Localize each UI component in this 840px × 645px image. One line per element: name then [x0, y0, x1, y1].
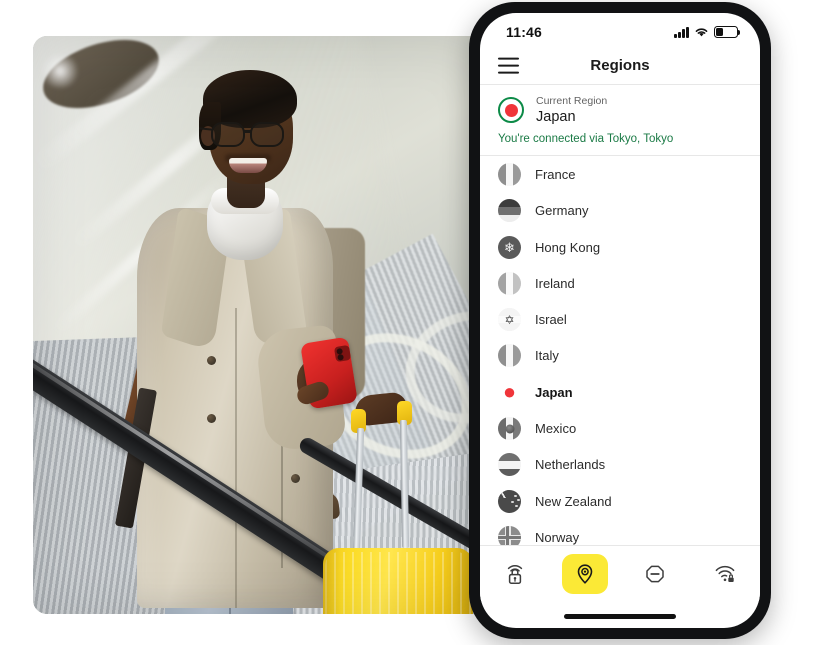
- region-name: Mexico: [535, 421, 577, 437]
- suitcase-ribs: [325, 552, 471, 614]
- ceiling-light: [39, 54, 81, 88]
- region-row-japan[interactable]: ● Japan: [480, 374, 760, 410]
- bottom-tab-bar: [480, 545, 760, 602]
- flag-germany-icon: [498, 199, 521, 223]
- eyeglasses-bridge: [244, 130, 252, 133]
- region-name: France: [535, 166, 576, 182]
- status-time: 11:46: [506, 24, 543, 40]
- app-header: Regions: [480, 47, 760, 85]
- region-name: Italy: [535, 348, 559, 364]
- tab-block[interactable]: [632, 554, 678, 594]
- screenshot-root: 11:46 Regions Current Region Japan You'r…: [0, 0, 840, 645]
- flag-hong-kong-icon: ❄: [498, 235, 521, 259]
- tab-secure-connection[interactable]: [492, 554, 538, 594]
- phone-frame: 11:46 Regions Current Region Japan You'r…: [469, 2, 771, 639]
- cellular-signal-icon: [674, 26, 689, 38]
- eyeglasses-lens: [211, 122, 245, 147]
- hamburger-menu-icon[interactable]: [498, 57, 519, 74]
- region-name: Israel: [535, 312, 567, 328]
- region-list[interactable]: France Germany ❄ Hong Kong Ireland ✡ Israel Ita…: [480, 156, 760, 546]
- region-row-mexico[interactable]: Mexico: [480, 410, 760, 446]
- region-name: Norway: [535, 529, 580, 545]
- flag-norway-icon: [498, 525, 521, 546]
- lock-signal-icon: [507, 564, 523, 584]
- coat-button: [207, 414, 216, 423]
- tab-wifi-security[interactable]: [702, 554, 748, 594]
- region-row-norway[interactable]: Norway: [480, 519, 760, 546]
- flag-israel-icon: ✡: [498, 308, 521, 332]
- hero-photo: [33, 36, 491, 614]
- current-region-row: Current Region Japan: [498, 94, 742, 126]
- battery-icon: [714, 26, 741, 38]
- tab-regions[interactable]: [562, 553, 608, 594]
- region-row-france[interactable]: France: [480, 156, 760, 192]
- wifi-icon: [695, 28, 708, 37]
- coat-button: [207, 356, 216, 365]
- status-bar: 11:46: [480, 13, 760, 47]
- flag-france-icon: [498, 162, 521, 186]
- flag-ireland-icon: [498, 271, 521, 295]
- region-name: Netherlands: [535, 457, 606, 473]
- region-name: Germany: [535, 203, 589, 219]
- region-name: New Zealand: [535, 493, 612, 509]
- region-row-hong-kong[interactable]: ❄ Hong Kong: [480, 229, 760, 265]
- region-name: Ireland: [535, 275, 575, 291]
- smartphone-camera: [333, 344, 352, 363]
- flag-japan-icon: [498, 97, 524, 124]
- block-stop-icon: [646, 565, 664, 583]
- current-region-card[interactable]: Current Region Japan You're connected vi…: [480, 85, 760, 157]
- coat-button: [291, 474, 300, 483]
- connection-status-text: You're connected via Tokyo, Tokyo: [498, 133, 674, 146]
- flag-netherlands-icon: [498, 453, 521, 477]
- coat-seam: [235, 308, 237, 608]
- page-title: Regions: [590, 57, 650, 74]
- region-row-italy[interactable]: Italy: [480, 338, 760, 374]
- home-indicator: [564, 614, 676, 619]
- suitcase-edge: [323, 548, 341, 614]
- current-region-text: Current Region Japan: [536, 94, 607, 126]
- eyeglasses-lens: [250, 122, 284, 147]
- region-name: Hong Kong: [535, 239, 601, 255]
- region-row-netherlands[interactable]: Netherlands: [480, 447, 760, 483]
- flag-japan-icon: ●: [498, 380, 521, 404]
- region-row-israel[interactable]: ✡ Israel: [480, 301, 760, 337]
- location-pin-icon: [577, 564, 593, 584]
- flag-mexico-icon: [498, 417, 521, 441]
- flag-italy-icon: [498, 344, 521, 368]
- flag-new-zealand-icon: [498, 489, 521, 513]
- phone-screen: 11:46 Regions Current Region Japan You'r…: [480, 13, 760, 628]
- wifi-lock-icon: [715, 565, 735, 582]
- region-name: Japan: [535, 384, 573, 400]
- status-icons: [674, 26, 741, 38]
- region-row-ireland[interactable]: Ireland: [480, 265, 760, 301]
- current-region-label: Current Region: [536, 95, 608, 107]
- smile: [229, 158, 267, 173]
- region-row-germany[interactable]: Germany: [480, 193, 760, 229]
- region-row-new-zealand[interactable]: New Zealand: [480, 483, 760, 519]
- current-region-name: Japan: [536, 109, 576, 126]
